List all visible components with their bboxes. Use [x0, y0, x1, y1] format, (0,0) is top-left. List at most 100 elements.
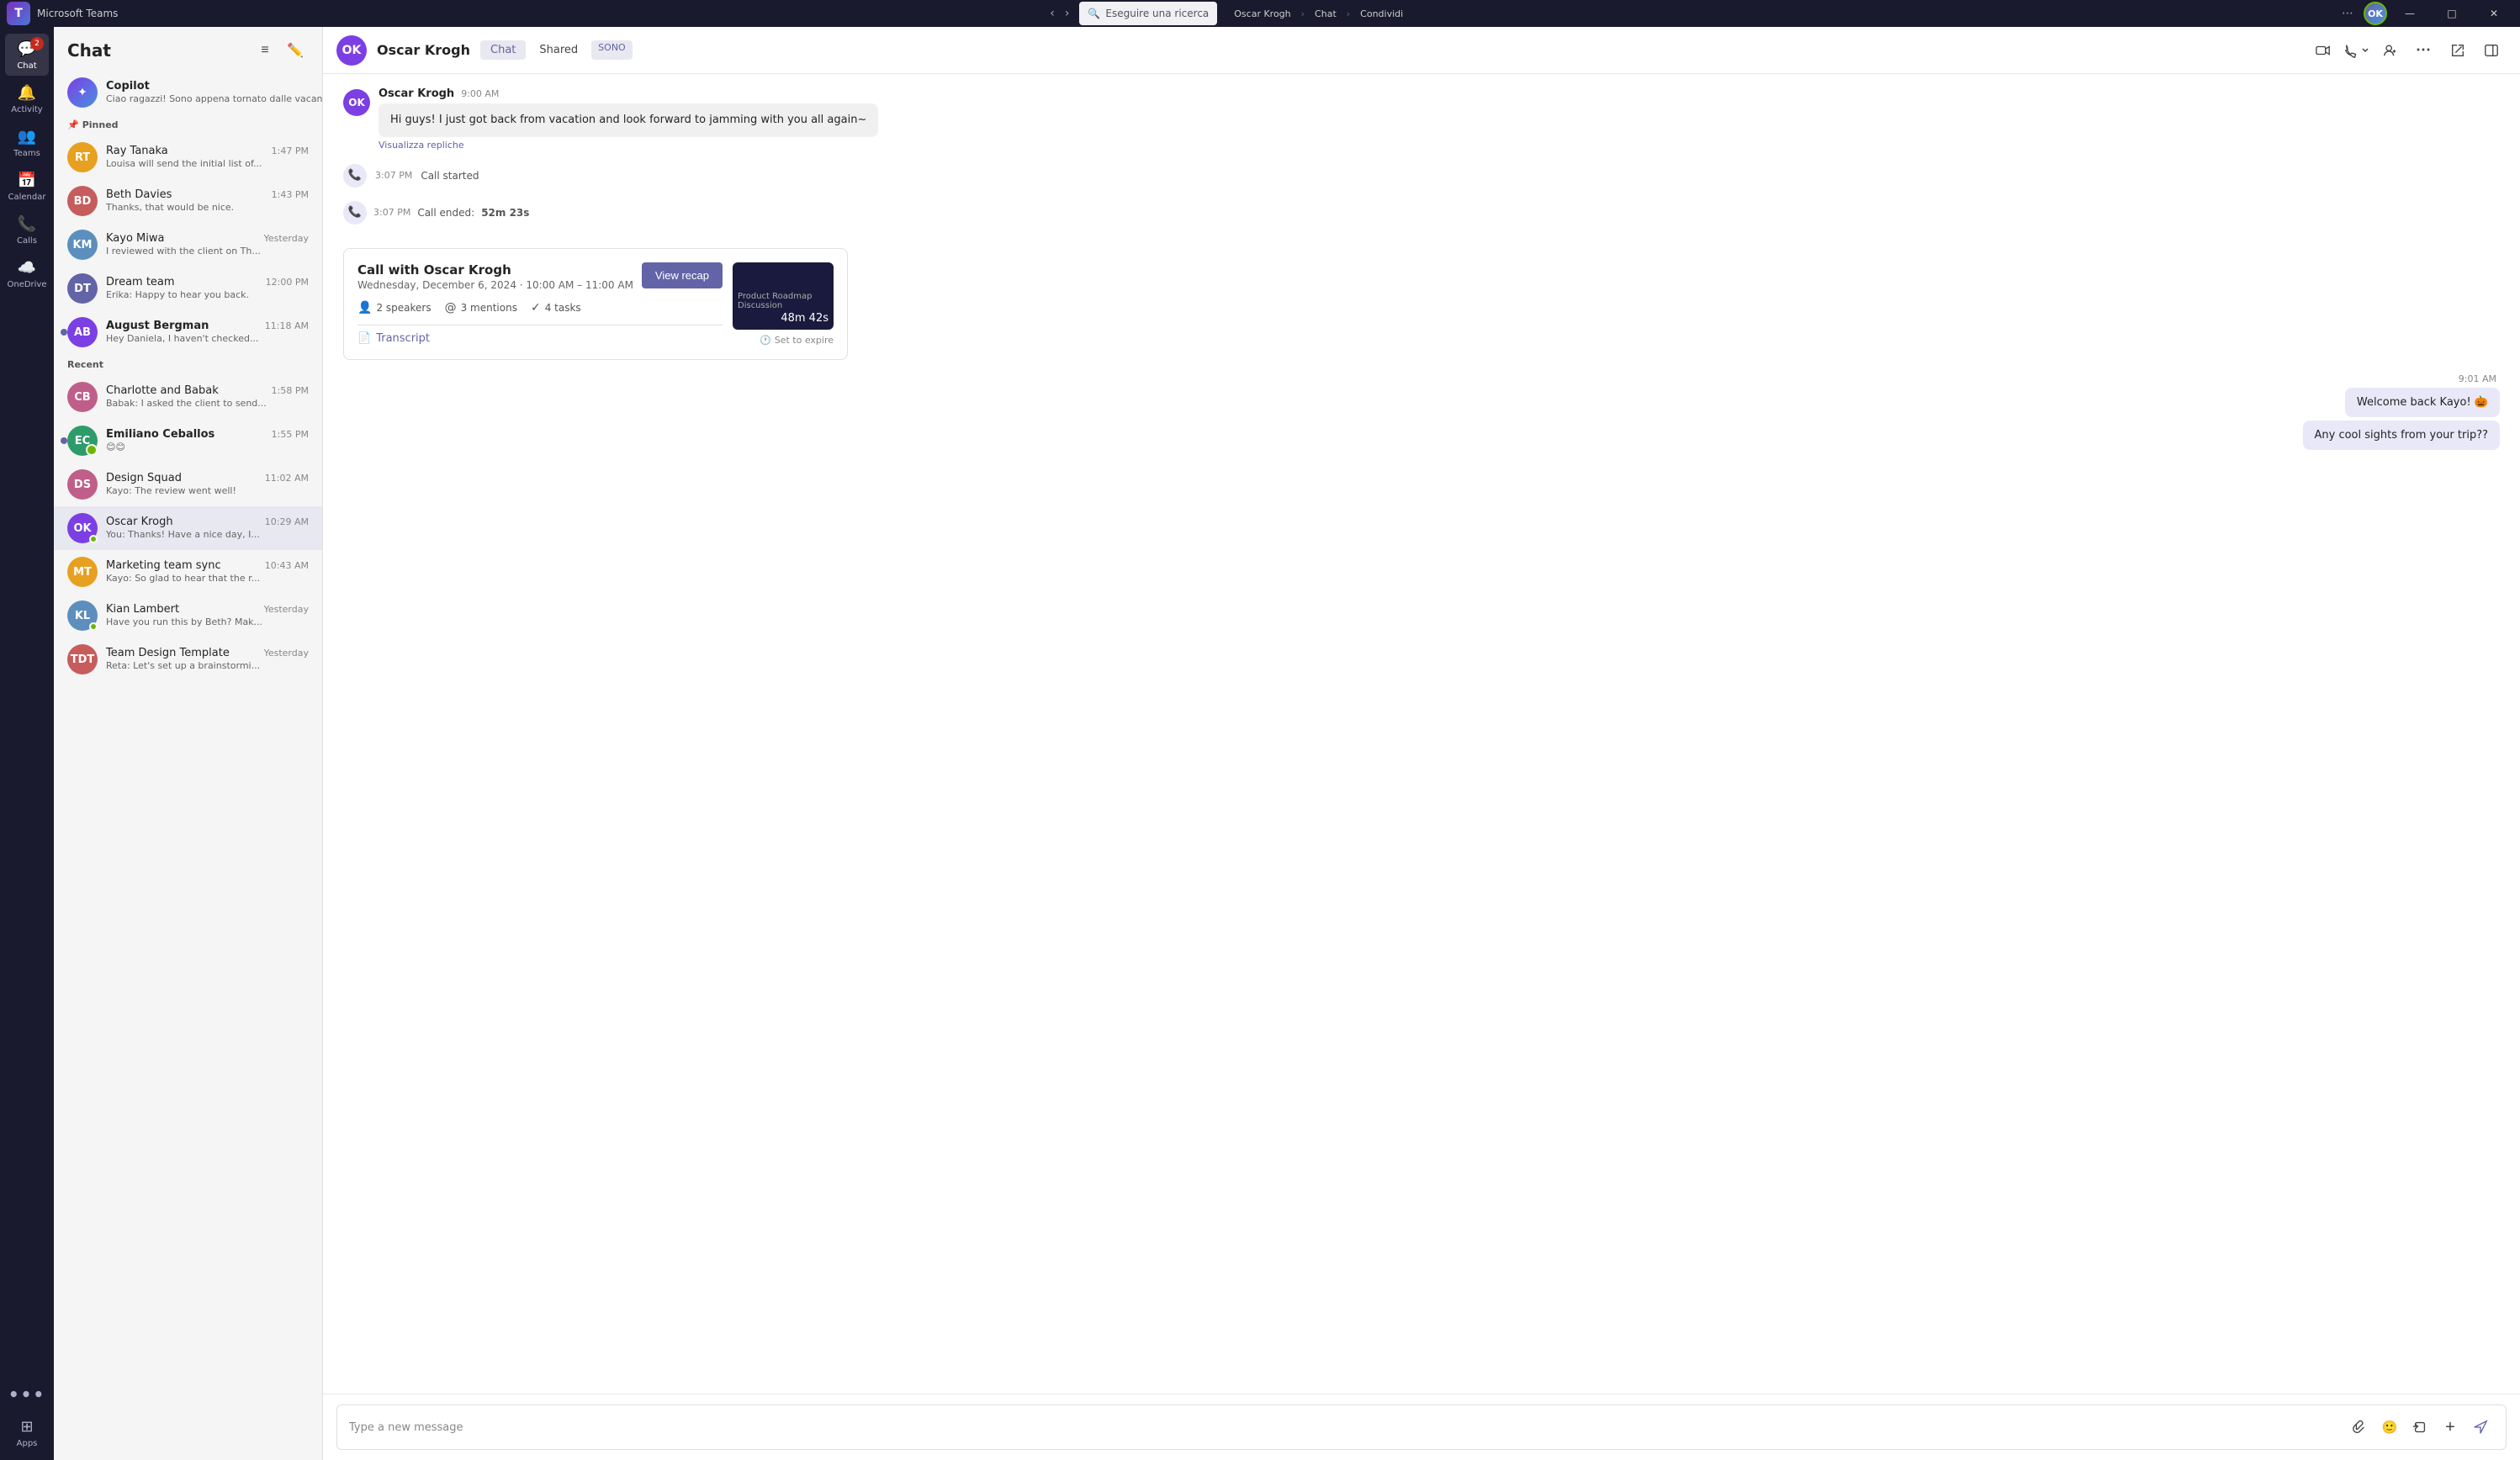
view-recap-button[interactable]: View recap [642, 262, 723, 288]
nav-forward-icon[interactable]: › [1065, 7, 1070, 20]
audio-call-button[interactable] [2342, 35, 2372, 66]
close-button[interactable]: ✕ [2475, 0, 2513, 27]
apps-nav-label: Apps [17, 1439, 38, 1448]
video-call-button[interactable] [2308, 35, 2338, 66]
global-search-bar[interactable]: 🔍 Eseguire una ricerca [1079, 2, 1217, 25]
self-bubble-1: Welcome back Kayo! 🎃 [2345, 388, 2500, 417]
chat-item-emiliano-ceballos[interactable]: EC Emiliano Ceballos 1:55 PM 😊😊 [54, 419, 322, 463]
minimize-button[interactable]: — [2390, 0, 2429, 27]
chat-time-oscar-krogh: 10:29 AM [265, 516, 309, 527]
side-panel-button[interactable] [2476, 35, 2507, 66]
attach-button[interactable] [2346, 1414, 2373, 1441]
chat-item-august-bergman[interactable]: AB August Bergman 11:18 AM Hey Daniela, … [54, 310, 322, 354]
sidebar-item-onedrive[interactable]: ☁️ OneDrive [5, 252, 49, 294]
chat-info-marketing-sync: Marketing team sync 10:43 AM Kayo: So gl… [106, 559, 309, 585]
expire-notice: 🕐 Set to expire [760, 335, 834, 346]
add-people-button[interactable] [2375, 35, 2406, 66]
nav-back-icon[interactable]: ‹ [1050, 7, 1055, 20]
speakers-count: 2 speakers [376, 302, 431, 314]
copilot-chat-item[interactable]: ✦ Copilot Ciao ragazzi! Sono appena torn… [54, 71, 322, 114]
chat-sidebar: Chat ≡ ✏️ ✦ Copilot Ciao ragazzi! Sono a… [54, 27, 323, 1460]
call-start-text: Call started [421, 170, 479, 182]
add-button[interactable]: + [2437, 1414, 2464, 1441]
chat-info-dream-team: Dream team 12:00 PM Erika: Happy to hear… [106, 276, 309, 301]
chat-time-ray-tanaka: 1:47 PM [272, 145, 309, 156]
chat-name-team-design-template: Team Design Template [106, 647, 230, 659]
chat-preview-design-squad: Kayo: The review went well! [106, 485, 236, 496]
new-chat-button[interactable]: ✏️ [282, 37, 309, 64]
pinned-section-label: 📌 Pinned [54, 114, 322, 135]
expire-label: Set to expire [775, 335, 834, 346]
sidebar-item-calls[interactable]: 📞 Calls [5, 209, 49, 251]
chat-info-beth-davies: Beth Davies 1:43 PM Thanks, that would b… [106, 188, 309, 214]
call-ended-event: 📞 3:07 PM Call ended: 52m 23s [343, 198, 2500, 228]
chat-time-dream-team: 12:00 PM [266, 277, 309, 288]
more-dots-icon: ⋯ [2416, 41, 2433, 59]
sono-badge[interactable]: SONO [591, 40, 633, 60]
copilot-name: Copilot [106, 80, 150, 93]
open-in-tab-button[interactable] [2443, 35, 2473, 66]
tasks-count: 4 tasks [545, 302, 581, 314]
chat-info-emiliano-ceballos: Emiliano Ceballos 1:55 PM 😊😊 [106, 428, 309, 453]
chat-item-dream-team[interactable]: DT Dream team 12:00 PM Erika: Happy to h… [54, 267, 322, 310]
loop-button[interactable] [2406, 1414, 2433, 1441]
chat-item-charlotte-babak[interactable]: CB Charlotte and Babak 1:58 PM Babak: I … [54, 375, 322, 419]
sidebar-item-chat[interactable]: 💬 Chat 2 [5, 34, 49, 76]
chat-preview-kayo-miwa: I reviewed with the client on Th... [106, 246, 261, 257]
more-options-icon[interactable]: ⋯ [2335, 7, 2360, 20]
filter-button[interactable]: ≡ [251, 37, 278, 64]
chat-item-design-squad[interactable]: DS Design Squad 11:02 AM Kayo: The revie… [54, 463, 322, 506]
tab-shared[interactable]: Shared [529, 40, 588, 60]
chat-item-beth-davies[interactable]: BD Beth Davies 1:43 PM Thanks, that woul… [54, 179, 322, 223]
more-options-button[interactable]: ⋯ [2409, 35, 2439, 66]
send-button[interactable] [2467, 1414, 2494, 1441]
thumb-duration: 48m 42s [781, 312, 829, 325]
chat-item-team-design-template[interactable]: TDT Team Design Template Yesterday Reta:… [54, 637, 322, 681]
compose-placeholder[interactable]: Type a new message [349, 1421, 2346, 1434]
call-recap-left: Call with Oscar Krogh Wednesday, Decembe… [357, 262, 723, 346]
transcript-link[interactable]: 📄 Transcript [357, 332, 723, 345]
loop-icon [2412, 1420, 2427, 1435]
avatar-team-design-template: TDT [67, 644, 98, 674]
sidebar-item-activity[interactable]: 🔔 Activity [5, 77, 49, 119]
chat-time-beth-davies: 1:43 PM [272, 189, 309, 200]
compose-input-bar: Type a new message 🙂 [336, 1404, 2507, 1450]
maximize-button[interactable]: □ [2433, 0, 2471, 27]
chat-nav-label: Chat [17, 61, 36, 71]
chevron-down-icon [2361, 46, 2369, 55]
side-panel-icon [2484, 43, 2499, 58]
chat-item-kayo-miwa[interactable]: KM Kayo Miwa Yesterday I reviewed with t… [54, 223, 322, 267]
msg-avatar-oscar: OK [343, 89, 370, 116]
call-recap-card: Call with Oscar Krogh Wednesday, Decembe… [343, 248, 848, 360]
chat-item-kian-lambert[interactable]: KL Kian Lambert Yesterday Have you run t… [54, 594, 322, 637]
sidebar-item-calendar[interactable]: 📅 Calendar [5, 165, 49, 207]
view-reactions-link[interactable]: Visualizza repliche [379, 140, 464, 151]
tasks-icon: ✓ [531, 301, 541, 315]
call-recap-right: Product Roadmap Discussion 48m 42s 🕐 Set… [733, 262, 834, 346]
chat-time-team-design-template: Yesterday [264, 648, 309, 659]
avatar-august-bergman: AB [67, 317, 98, 347]
avatar-emiliano-ceballos: EC [67, 426, 98, 456]
chat-preview-dream-team: Erika: Happy to hear you back. [106, 289, 249, 300]
chat-item-ray-tanaka[interactable]: RT Ray Tanaka 1:47 PM Louisa will send t… [54, 135, 322, 179]
chat-info-design-squad: Design Squad 11:02 AM Kayo: The review w… [106, 472, 309, 497]
call-duration: 52m 23s [481, 207, 529, 219]
message-area: OK Oscar Krogh 9:00 AM Hi guys! I just g… [323, 74, 2520, 1394]
transcript-label[interactable]: Transcript [376, 332, 430, 345]
sidebar-item-more[interactable]: ••• [5, 1379, 49, 1410]
chat-time-charlotte-babak: 1:58 PM [272, 385, 309, 396]
nav-group-top: 💬 Chat 2 🔔 Activity 👥 Teams 📅 Calendar 📞… [0, 34, 54, 294]
expire-icon: 🕐 [760, 335, 771, 346]
avatar-design-squad: DS [67, 469, 98, 500]
sidebar-item-apps[interactable]: ⊞ Apps [5, 1411, 49, 1453]
calendar-nav-icon: 📅 [17, 170, 37, 190]
chat-item-marketing-sync[interactable]: MT Marketing team sync 10:43 AM Kayo: So… [54, 550, 322, 594]
chat-preview-team-design-template: Reta: Let's set up a brainstormi... [106, 660, 260, 671]
chat-time-marketing-sync: 10:43 AM [265, 560, 309, 571]
tab-chat[interactable]: Chat [480, 40, 526, 60]
sidebar-item-teams[interactable]: 👥 Teams [5, 121, 49, 163]
chat-item-oscar-krogh[interactable]: OK Oscar Krogh 10:29 AM You: Thanks! Hav… [54, 506, 322, 550]
user-profile-avatar[interactable]: OK [2364, 2, 2387, 25]
emoji-button[interactable]: 🙂 [2376, 1414, 2403, 1441]
call-recap-date: Wednesday, December 6, 2024 · 10:00 AM –… [357, 279, 633, 291]
